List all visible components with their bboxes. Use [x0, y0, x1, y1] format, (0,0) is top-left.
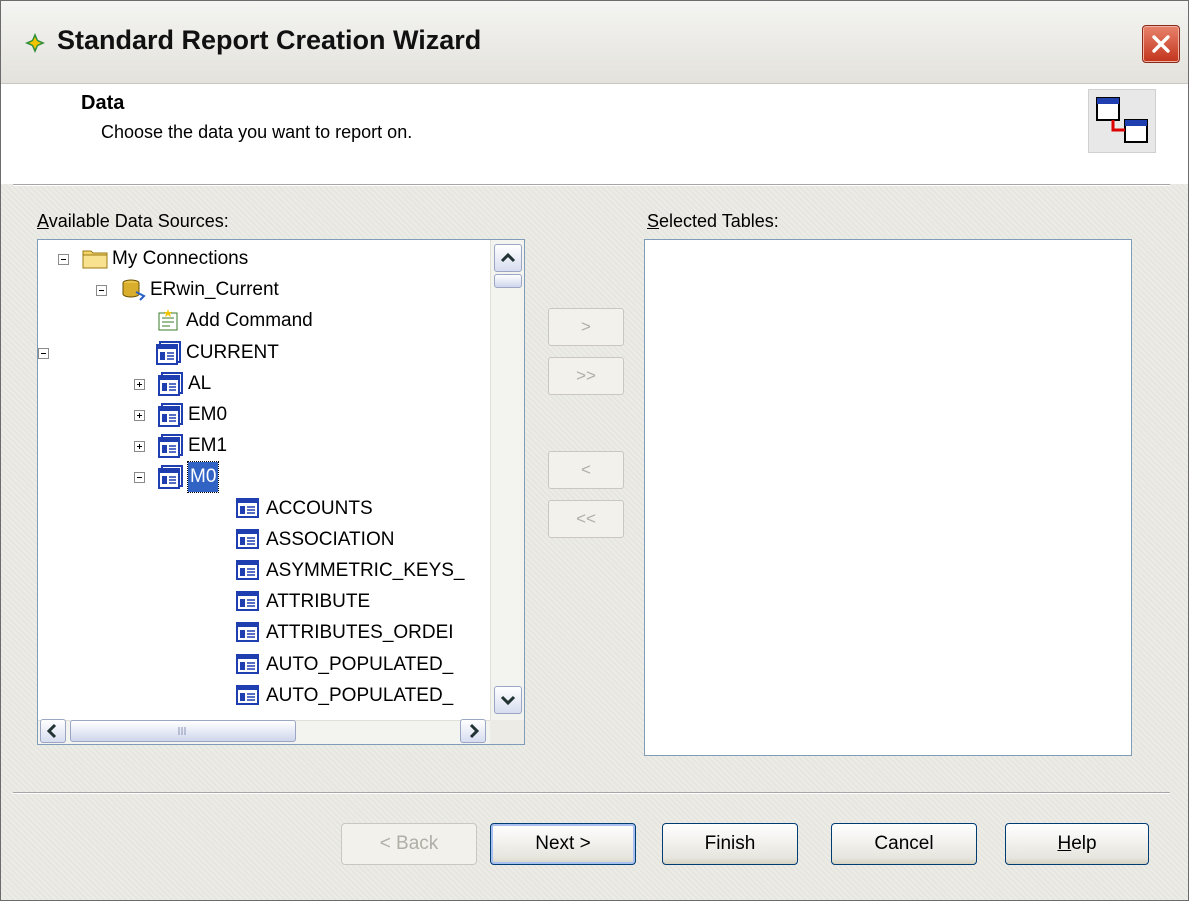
- collapse-icon[interactable]: [96, 285, 107, 297]
- close-button[interactable]: [1142, 25, 1180, 63]
- tree-item[interactable]: AUTO_POPULATED_: [38, 650, 490, 680]
- selected-tables-list[interactable]: [644, 239, 1132, 756]
- cancel-button[interactable]: Cancel: [831, 823, 977, 865]
- chevron-down-icon: [500, 695, 516, 706]
- wizard-window: Standard Report Creation Wizard Data Cho…: [0, 0, 1189, 901]
- expand-icon[interactable]: [134, 441, 145, 453]
- scroll-corner: [490, 720, 524, 744]
- wizard-icon: [25, 33, 45, 53]
- tree-item-label: EM1: [188, 435, 228, 457]
- close-icon: [1152, 35, 1170, 53]
- collapse-icon[interactable]: [134, 472, 145, 484]
- footer-separator: [13, 792, 1170, 794]
- tree-item-label: ATTRIBUTE: [266, 591, 371, 613]
- tree-item-label: AUTO_POPULATED_: [266, 684, 454, 706]
- table-icon: [236, 653, 260, 685]
- finish-button[interactable]: Finish: [662, 823, 798, 865]
- tree-item-label: CURRENT: [186, 341, 279, 363]
- tree-item-label: EM0: [188, 404, 228, 425]
- collapse-icon[interactable]: [58, 254, 69, 265]
- horizontal-scroll-thumb[interactable]: [70, 720, 296, 742]
- selected-tables-label: Selected Tables:: [647, 211, 779, 231]
- tree-item[interactable]: M0: [38, 461, 490, 494]
- vertical-scroll-thumb[interactable]: [494, 274, 522, 288]
- add-table-button[interactable]: >: [548, 308, 624, 346]
- tree-item-label: ACCOUNTS: [266, 497, 373, 519]
- table-icon: [236, 684, 260, 716]
- tree-item[interactable]: AL: [38, 369, 490, 399]
- back-button[interactable]: < Back: [341, 823, 477, 865]
- folder-icon: [82, 247, 108, 279]
- chevron-right-icon: [469, 723, 480, 739]
- page-subtitle: Choose the data you want to report on.: [101, 122, 413, 142]
- tree-item-label: My Connections: [112, 248, 249, 269]
- tree-item[interactable]: ACCOUNTS: [38, 494, 490, 524]
- tree-item[interactable]: ATTRIBUTE: [38, 587, 490, 617]
- remove-table-button[interactable]: <: [548, 451, 624, 489]
- tree-item-label: ERwin_Current: [150, 279, 279, 301]
- add-all-tables-button[interactable]: >>: [548, 357, 624, 395]
- remove-all-tables-button[interactable]: <<: [548, 500, 624, 538]
- tree-item-label: ASSOCIATION: [266, 528, 395, 550]
- tree-item[interactable]: My Connections: [38, 244, 490, 274]
- help-button[interactable]: Help: [1005, 823, 1149, 865]
- tree-item-label: ATTRIBUTES_ORDEI: [266, 622, 454, 644]
- available-sources-label: Available Data Sources:: [37, 211, 229, 231]
- tree-item[interactable]: AUTO_POPULATED_: [38, 681, 490, 711]
- tree-item-label: AUTO_POPULATED_: [266, 653, 454, 675]
- tree-item[interactable]: ASSOCIATION: [38, 525, 490, 555]
- grip-icon: [178, 727, 186, 735]
- table-icon: [236, 497, 260, 529]
- tree-item-label: ASYMMETRIC_KEYS_: [266, 560, 465, 581]
- table-icon: [236, 621, 260, 653]
- tree-item[interactable]: ERwin_Current: [38, 275, 490, 305]
- link-tables-icon: [1088, 89, 1156, 153]
- header-separator: [13, 184, 1170, 186]
- window-title: Standard Report Creation Wizard: [57, 25, 482, 55]
- collapse-icon[interactable]: [38, 347, 49, 359]
- tree-item-label: M0: [186, 461, 220, 494]
- tree-item-label: Add Command: [186, 310, 313, 332]
- scroll-down-button[interactable]: [494, 686, 522, 714]
- tree-item[interactable]: Add Command: [38, 306, 490, 336]
- scroll-right-button[interactable]: [460, 719, 486, 743]
- tree-item-label: AL: [188, 372, 212, 394]
- table-icon: [236, 528, 260, 560]
- tree-content: My Connections ERwin_Current Add Command CU…: [38, 240, 490, 720]
- page-title: Data: [81, 92, 125, 114]
- tree-item[interactable]: CURRENT: [38, 338, 490, 368]
- tree-item[interactable]: ASYMMETRIC_KEYS_: [38, 556, 490, 586]
- table-icon: [236, 590, 260, 622]
- scroll-up-button[interactable]: [494, 244, 522, 272]
- chevron-left-icon: [46, 723, 57, 739]
- tree-item[interactable]: EM0: [38, 400, 490, 430]
- wizard-header: Data Choose the data you want to report …: [1, 84, 1188, 184]
- scroll-left-button[interactable]: [40, 719, 66, 743]
- vertical-scrollbar[interactable]: [490, 240, 524, 720]
- available-data-sources-tree[interactable]: My Connections ERwin_Current Add Command CU…: [37, 239, 525, 745]
- tree-item[interactable]: EM1: [38, 431, 490, 461]
- table-icon: [236, 559, 260, 591]
- horizontal-scrollbar[interactable]: [38, 719, 490, 744]
- title-bar: Standard Report Creation Wizard: [1, 1, 1188, 84]
- next-button[interactable]: Next >: [490, 823, 636, 865]
- expand-icon[interactable]: [134, 410, 145, 421]
- chevron-up-icon: [500, 252, 516, 263]
- expand-icon[interactable]: [134, 378, 145, 390]
- tree-item[interactable]: ATTRIBUTES_ORDEI: [38, 618, 490, 648]
